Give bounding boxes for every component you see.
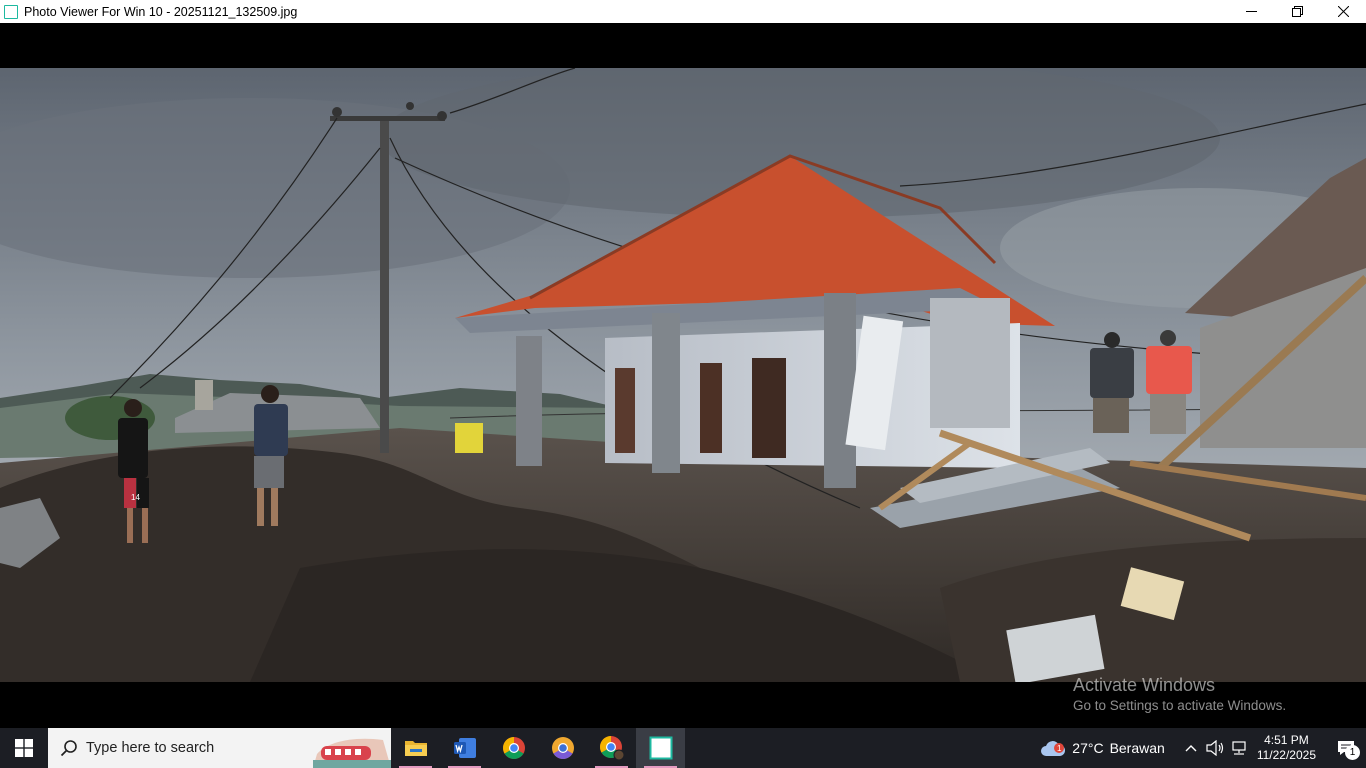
search-icon	[60, 740, 77, 757]
speaker-icon	[1206, 740, 1223, 756]
search-highlight-image	[313, 728, 391, 768]
close-button[interactable]	[1320, 0, 1366, 23]
taskbar: Type here to search 1 27°C Berawan 4:51 …	[0, 728, 1366, 768]
network-icon	[1232, 741, 1246, 755]
displayed-photo[interactable]: 14	[0, 68, 1366, 682]
close-icon	[1337, 6, 1349, 17]
shirt-number: 14	[131, 493, 140, 502]
action-center-button[interactable]: 1	[1326, 728, 1366, 768]
search-placeholder: Type here to search	[86, 740, 215, 756]
chrome-beta-icon	[551, 737, 574, 759]
clock[interactable]: 4:51 PM 11/22/2025	[1257, 733, 1316, 763]
chrome-profile-icon	[599, 736, 624, 761]
taskbar-word[interactable]	[440, 728, 489, 768]
maximize-icon	[1291, 6, 1303, 17]
start-button[interactable]	[0, 728, 48, 768]
system-tray: 1 27°C Berawan 4:51 PM 11/22/2025 1	[1040, 728, 1366, 768]
windows-icon	[15, 739, 33, 757]
show-hidden-icons-button[interactable]	[1179, 728, 1203, 768]
photo-viewer-icon	[4, 4, 18, 19]
minimize-button[interactable]	[1228, 0, 1274, 23]
chevron-up-icon	[1185, 745, 1197, 752]
clock-date: 11/22/2025	[1256, 748, 1316, 762]
photo-viewer-icon	[649, 736, 672, 760]
notification-count-badge: 1	[1345, 745, 1360, 760]
word-icon	[453, 738, 476, 758]
title-bar[interactable]: Photo Viewer For Win 10 - 20251121_13250…	[0, 0, 1366, 23]
taskbar-search[interactable]: Type here to search	[48, 728, 391, 768]
activation-subtitle: Go to Settings to activate Windows.	[1073, 698, 1287, 713]
clock-time: 4:51 PM	[1264, 733, 1309, 747]
file-explorer-icon	[404, 741, 427, 756]
taskbar-chrome[interactable]	[489, 728, 538, 768]
network-button[interactable]	[1227, 728, 1251, 768]
weather-temp: 27°C	[1072, 740, 1104, 756]
weather-widget[interactable]: 1 27°C Berawan	[1040, 737, 1165, 759]
window-title: Photo Viewer For Win 10 - 20251121_13250…	[24, 4, 298, 19]
taskbar-photo-viewer[interactable]	[636, 728, 685, 768]
taskbar-chrome-profile[interactable]	[587, 728, 636, 768]
image-viewer[interactable]: 14 Activate Windows Go to Settings to ac…	[0, 23, 1366, 728]
chrome-icon	[502, 737, 525, 759]
maximize-button[interactable]	[1274, 0, 1320, 23]
taskbar-file-explorer[interactable]	[391, 728, 440, 768]
minimize-icon	[1245, 11, 1257, 12]
volume-button[interactable]	[1203, 728, 1227, 768]
weather-condition: Berawan	[1109, 740, 1165, 756]
taskbar-chrome-beta[interactable]	[538, 728, 587, 768]
